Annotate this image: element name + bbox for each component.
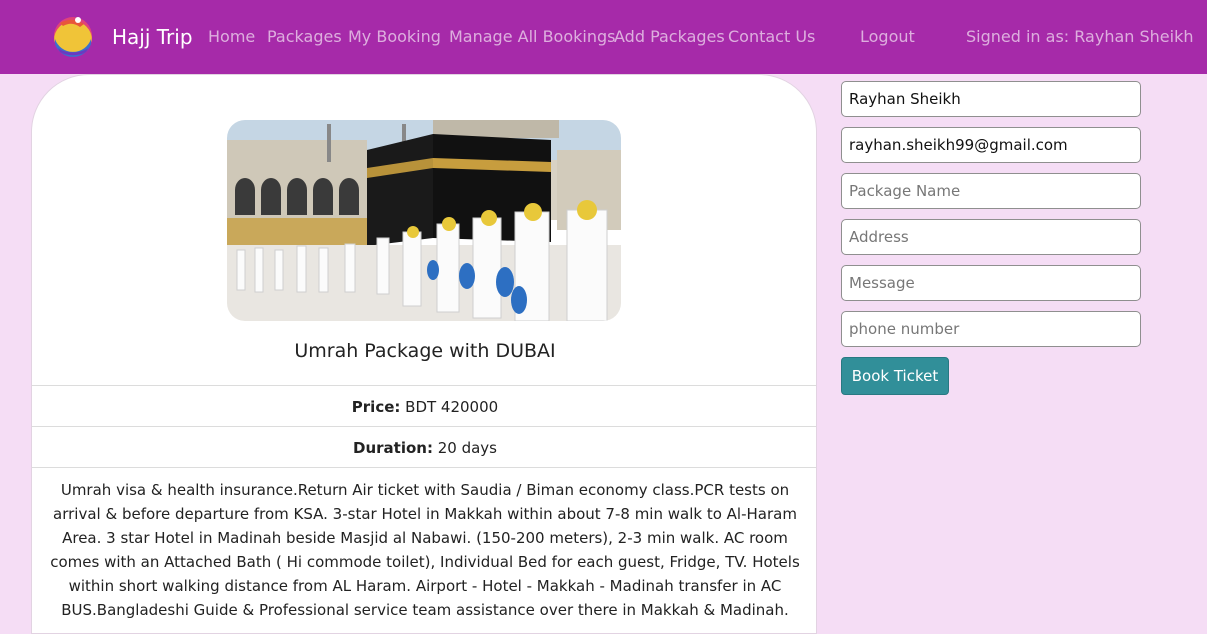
signed-in-user: Signed in as: Rayhan Sheikh xyxy=(966,27,1194,46)
duration-value: 20 days xyxy=(432,439,497,457)
nav-link-my-booking[interactable]: My Booking xyxy=(348,26,441,48)
divider xyxy=(32,467,816,468)
book-ticket-button[interactable]: Book Ticket xyxy=(841,357,949,395)
package-description: Umrah visa & health insurance.Return Air… xyxy=(50,481,800,619)
package-card: Umrah Package with DUBAI Price: BDT 4200… xyxy=(31,74,817,634)
price-label: Price: xyxy=(351,398,401,416)
nav-link-logout[interactable]: Logout xyxy=(860,26,915,48)
nav-link-contact-us[interactable]: Contact Us xyxy=(728,26,815,48)
package-title: Umrah Package with DUBAI xyxy=(294,340,556,362)
duration-label: Duration: xyxy=(353,439,433,457)
nav-link-home[interactable]: Home xyxy=(208,26,255,48)
email-field[interactable] xyxy=(841,127,1141,163)
divider xyxy=(32,385,816,386)
divider xyxy=(32,426,816,427)
brand-logo-icon[interactable] xyxy=(52,14,94,58)
name-field[interactable] xyxy=(841,81,1141,117)
phone-field[interactable] xyxy=(841,311,1141,347)
brand-name[interactable]: Hajj Trip xyxy=(112,24,193,50)
nav-link-add-packages[interactable]: Add Packages xyxy=(614,26,725,48)
price-value: BDT 420000 xyxy=(400,398,499,416)
price-row: Price: BDT 420000 xyxy=(32,397,816,417)
message-field[interactable] xyxy=(841,265,1141,301)
nav-link-manage-all-bookings[interactable]: Manage All Bookings xyxy=(449,26,615,48)
duration-row: Duration: 20 days xyxy=(32,438,816,458)
nav-link-packages[interactable]: Packages xyxy=(267,26,342,48)
navbar: Hajj Trip Home Packages My Booking Manag… xyxy=(0,0,1207,74)
kaaba-photo-icon xyxy=(227,120,621,321)
address-field[interactable] xyxy=(841,219,1141,255)
package-name-field[interactable] xyxy=(841,173,1141,209)
